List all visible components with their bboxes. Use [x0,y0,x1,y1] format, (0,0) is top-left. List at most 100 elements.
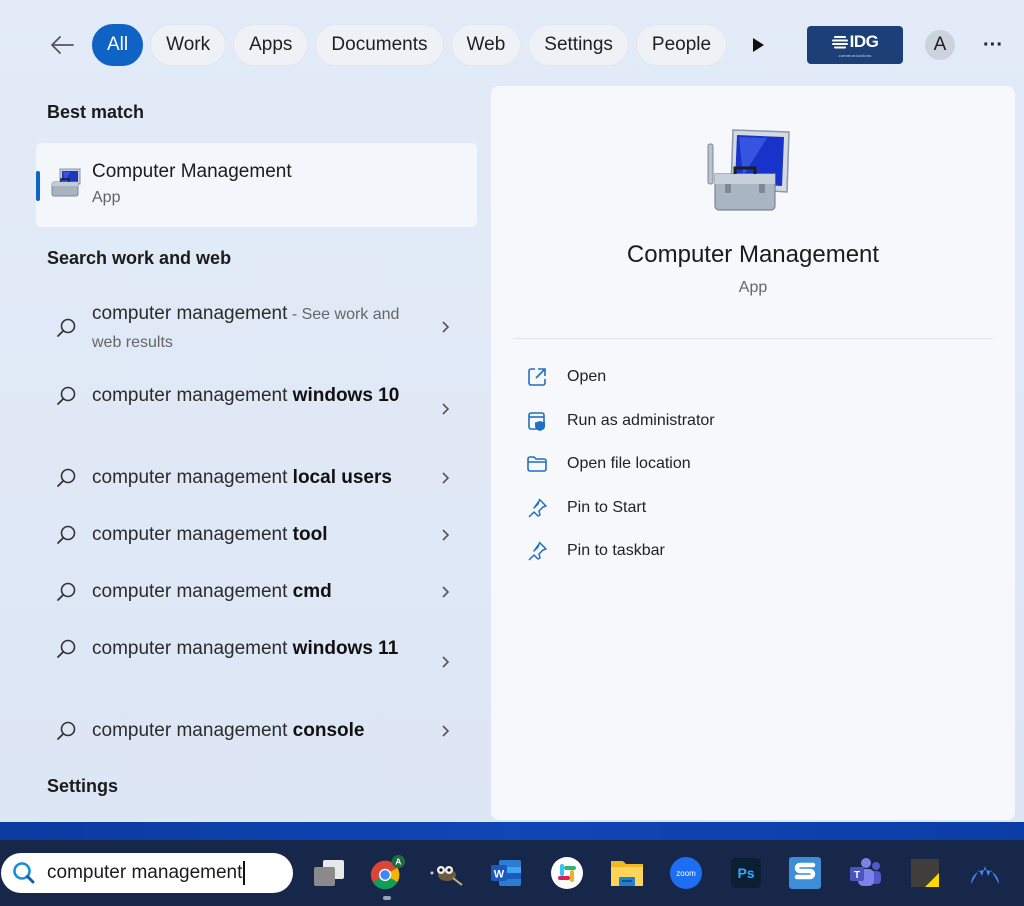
org-logo-subtext: communications [838,53,872,58]
teams-button[interactable]: T [845,854,883,892]
word-button[interactable]: W [488,854,526,892]
suggestion-bold: console [292,720,365,741]
taskbar-search-input[interactable]: computer management [1,853,293,893]
zoom-icon: zoom [670,857,702,889]
suggestion-prefix: computer management [92,524,293,545]
chrome-button[interactable]: A [368,854,406,892]
word-icon: W [491,860,521,886]
selection-indicator [36,171,40,201]
task-view-icon [314,860,344,886]
details-subtitle: App [738,279,768,296]
pin-icon [528,498,547,518]
back-button[interactable] [44,28,80,62]
search-panel: All Work Apps Documents Web Settings Peo… [0,0,1024,822]
gimp-button[interactable] [428,854,466,892]
nordvpn-button[interactable] [966,854,1004,892]
org-logo: IDG [831,32,879,52]
play-icon [753,38,764,52]
chip-apps[interactable]: Apps [233,24,309,66]
zoom-text: zoom [676,869,696,878]
sticky-notes-icon [911,859,939,887]
web-suggestion[interactable]: computer management windows 10 [44,382,464,415]
suggestion-prefix: computer management [92,467,293,488]
search-value: computer management [47,861,246,885]
search-icon [13,862,35,884]
best-match-header: Best match [47,102,145,122]
suggestion-text: computer management local users [92,464,412,491]
sticky-notes-button[interactable] [906,854,944,892]
filter-chips: All Work Apps Documents Web Settings Peo… [92,24,728,66]
chip-work[interactable]: Work [150,24,227,66]
chevron-right-icon [442,529,450,541]
more-options-button[interactable]: ··· [978,32,1008,58]
web-suggestion[interactable]: computer management local users [44,464,464,491]
avatar[interactable]: A [925,30,955,60]
file-explorer-button[interactable] [608,854,646,892]
org-logo-button[interactable]: IDG communications [807,26,903,64]
web-suggestion[interactable]: computer management tool [44,521,464,548]
task-view-button[interactable] [310,854,348,892]
suggestion-prefix: computer management [92,720,293,741]
slack-icon [551,857,583,889]
suggestion-bold: local users [292,467,392,488]
best-match-result[interactable]: Computer Management App [36,143,477,227]
chip-all[interactable]: All [92,24,144,66]
chevron-right-icon [442,725,450,737]
action-open-file-location[interactable]: Open file location [525,452,691,476]
shield-window-icon [528,412,545,431]
chrome-profile-initial: A [395,856,401,866]
suggestion-prefix: computer management [92,581,293,602]
chip-documents[interactable]: Documents [315,24,444,66]
suggestion-text: computer management console [92,717,412,744]
open-external-icon [528,368,546,386]
search-icon [57,639,76,658]
chevron-right-icon [442,321,450,333]
teams-icon: T [850,858,881,886]
best-match-type: App [92,189,121,206]
chip-settings[interactable]: Settings [528,24,629,66]
chevron-right-icon [442,586,450,598]
suggestion-prefix: computer management [92,385,293,406]
suggestion-bold: windows 10 [292,385,400,406]
web-suggestion[interactable]: computer management console [44,717,464,744]
web-suggestion[interactable]: computer management cmd [44,578,464,605]
nordvpn-icon [971,866,999,884]
snagit-button[interactable] [786,854,824,892]
photoshop-button[interactable]: Ps [727,854,765,892]
suggestion-text: computer management windows 10 [92,382,412,409]
action-run-as-administrator[interactable]: Run as administrator [525,409,715,433]
desktop-wallpaper-strip [0,822,1024,840]
chip-web[interactable]: Web [450,24,522,66]
folder-icon [527,456,547,472]
search-web-header: Search work and web [47,248,232,268]
file-explorer-icon [611,861,643,886]
search-icon [57,525,76,544]
action-pin-to-start[interactable]: Pin to Start [525,496,646,520]
teams-letter: T [854,870,860,881]
zoom-button[interactable]: zoom [667,854,705,892]
action-label: Run as administrator [567,412,715,429]
globe-lines-icon [831,36,848,49]
pin-icon [528,541,547,561]
chevron-right-icon [442,656,450,668]
best-match-name: Computer Management [92,161,292,182]
more-filters-button[interactable] [748,34,768,56]
action-open[interactable]: Open [525,365,606,389]
chip-people[interactable]: People [635,24,728,66]
action-label: Pin to taskbar [567,542,665,559]
photoshop-text: Ps [737,865,754,881]
chrome-icon: A [370,854,406,890]
taskbar: computer management A W zoom Ps T [0,840,1024,906]
details-pane: Computer Management App Open Run as admi… [491,86,1015,820]
settings-header: Settings [47,776,119,796]
suggestion-bold: tool [292,524,328,545]
web-suggestion[interactable]: computer management - See work and web r… [44,300,464,356]
search-icon [57,386,76,405]
snagit-icon [789,857,821,889]
action-pin-to-taskbar[interactable]: Pin to taskbar [525,539,665,563]
slack-button[interactable] [548,854,586,892]
web-suggestion[interactable]: computer management windows 11 [44,635,464,668]
search-icon [57,582,76,601]
search-icon [57,468,76,487]
arrow-left-icon [51,36,74,54]
